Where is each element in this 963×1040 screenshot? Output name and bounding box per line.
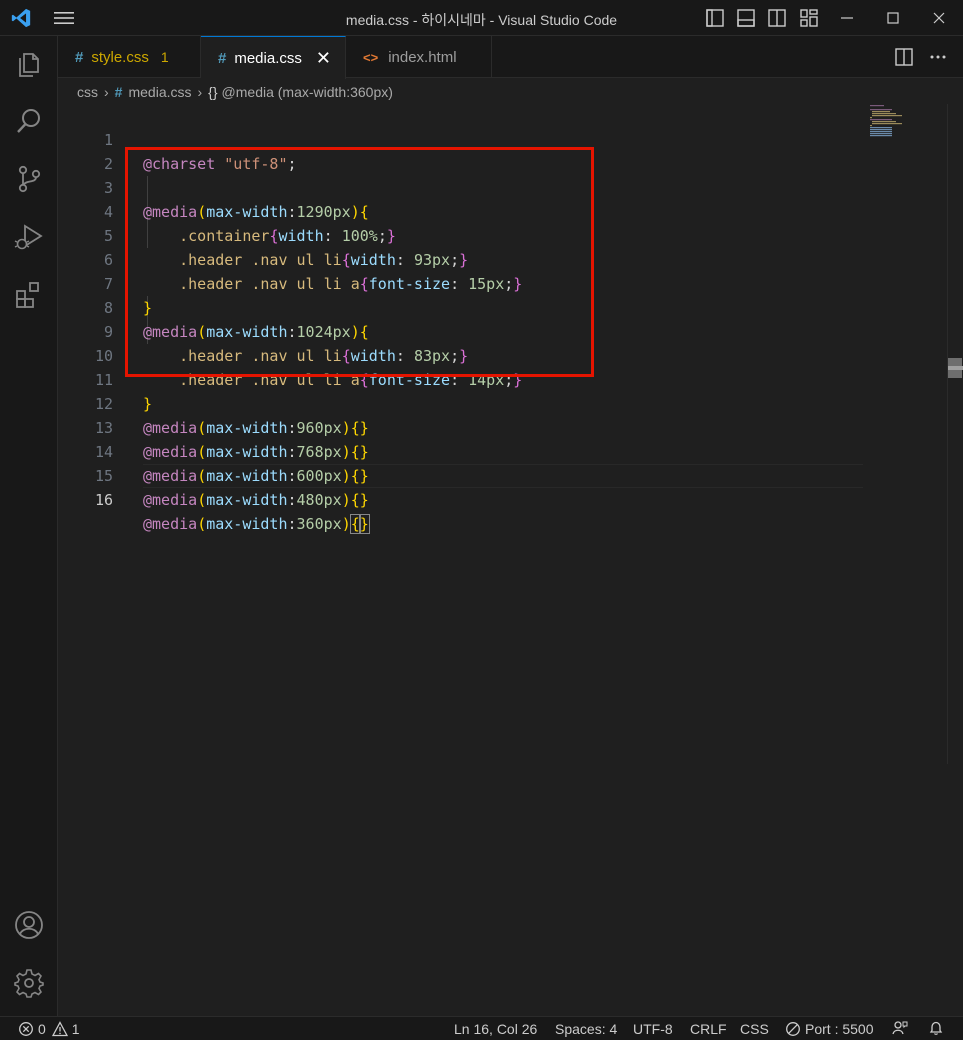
eol-status[interactable]: CRLF (690, 1020, 727, 1038)
problem-count-badge: 1 (160, 49, 169, 65)
encoding-status[interactable]: UTF-8 (633, 1020, 673, 1038)
minimap[interactable] (868, 104, 928, 144)
live-server-port[interactable]: Port : 5500 (785, 1020, 874, 1038)
run-debug-icon[interactable] (14, 222, 44, 252)
error-icon (19, 1022, 33, 1036)
tab-label: style.css (91, 48, 149, 66)
line-number: 16 (94, 491, 113, 509)
css-file-icon: # (218, 49, 227, 67)
port-label: Port : 5500 (805, 1021, 874, 1037)
problems-status[interactable]: 0 1 (18, 1020, 80, 1038)
title-bar: media.css - 하이시네마 - Visual Studio Code (0, 0, 963, 36)
breadcrumb-file[interactable]: media.css (128, 84, 191, 100)
cursor-position[interactable]: Ln 16, Col 26 (454, 1020, 537, 1038)
indentation-status[interactable]: Spaces: 4 (555, 1020, 617, 1038)
annotation-highlight-box (125, 147, 594, 377)
error-count: 0 (38, 1021, 46, 1037)
css-file-icon: # (114, 84, 123, 100)
breadcrumb-folder[interactable]: css (77, 84, 98, 100)
tab-index-html[interactable]: <> index.html (346, 36, 492, 78)
minimize-icon[interactable] (837, 8, 857, 28)
breadcrumb: css › # media.css › {} @media (max-width… (77, 82, 393, 102)
chevron-right-icon: › (104, 84, 109, 100)
warning-icon (51, 1021, 68, 1037)
more-actions-icon[interactable] (928, 47, 948, 67)
chevron-right-icon: › (197, 84, 203, 100)
notifications-bell-icon[interactable] (928, 1020, 944, 1036)
maximize-icon[interactable] (883, 8, 903, 28)
files-icon[interactable] (14, 48, 44, 78)
split-editor-icon[interactable] (894, 47, 914, 67)
hamburger-menu-icon[interactable] (53, 9, 75, 27)
tab-label: index.html (388, 48, 457, 66)
symbol-namespace-icon: {} (208, 84, 218, 100)
css-file-icon: # (75, 48, 84, 66)
editor-tab-bar: # style.css 1 # media.css ✕ <> index.htm… (58, 36, 963, 79)
warning-count: 1 (71, 1021, 80, 1037)
feedback-person-icon[interactable] (892, 1020, 908, 1036)
status-bar: 0 1 Ln 16, Col 26 Spaces: 4 UTF-8 CRLF C… (0, 1016, 963, 1040)
search-icon[interactable] (14, 106, 44, 136)
breadcrumb-symbol[interactable]: @media (max-width:360px) (222, 84, 393, 100)
scrollbar-track (947, 104, 948, 764)
close-tab-icon[interactable]: ✕ (316, 48, 331, 69)
no-entry-icon (786, 1022, 800, 1036)
activity-bar (0, 36, 58, 1016)
code-line-current: 16 @media(max-width:360px){} (58, 464, 863, 534)
code-line: 13 @media(max-width:768px){} (58, 392, 863, 461)
toggle-primary-sidebar-icon[interactable] (705, 8, 725, 28)
tab-media-css[interactable]: # media.css ✕ (201, 36, 346, 79)
tab-style-css[interactable]: # style.css 1 (58, 36, 201, 78)
code-line: 1 @charset "utf-8"; (58, 104, 863, 173)
source-control-icon[interactable] (14, 164, 44, 194)
extensions-icon[interactable] (14, 280, 44, 310)
toggle-panel-icon[interactable] (736, 8, 756, 28)
language-mode[interactable]: CSS (740, 1020, 769, 1038)
accounts-icon[interactable] (14, 910, 44, 940)
toggle-secondary-sidebar-icon[interactable] (767, 8, 787, 28)
customize-layout-icon[interactable] (799, 8, 819, 28)
manage-gear-icon[interactable] (14, 968, 44, 998)
code-line: 14 @media(max-width:600px){} (58, 416, 863, 485)
html-file-icon: <> (363, 49, 379, 65)
close-window-icon[interactable] (929, 8, 949, 28)
code-line: 15 @media(max-width:480px){} (58, 440, 863, 509)
tab-label: media.css (234, 49, 302, 67)
scrollbar-cursor-marker (948, 366, 963, 370)
vscode-logo-icon (11, 8, 31, 28)
